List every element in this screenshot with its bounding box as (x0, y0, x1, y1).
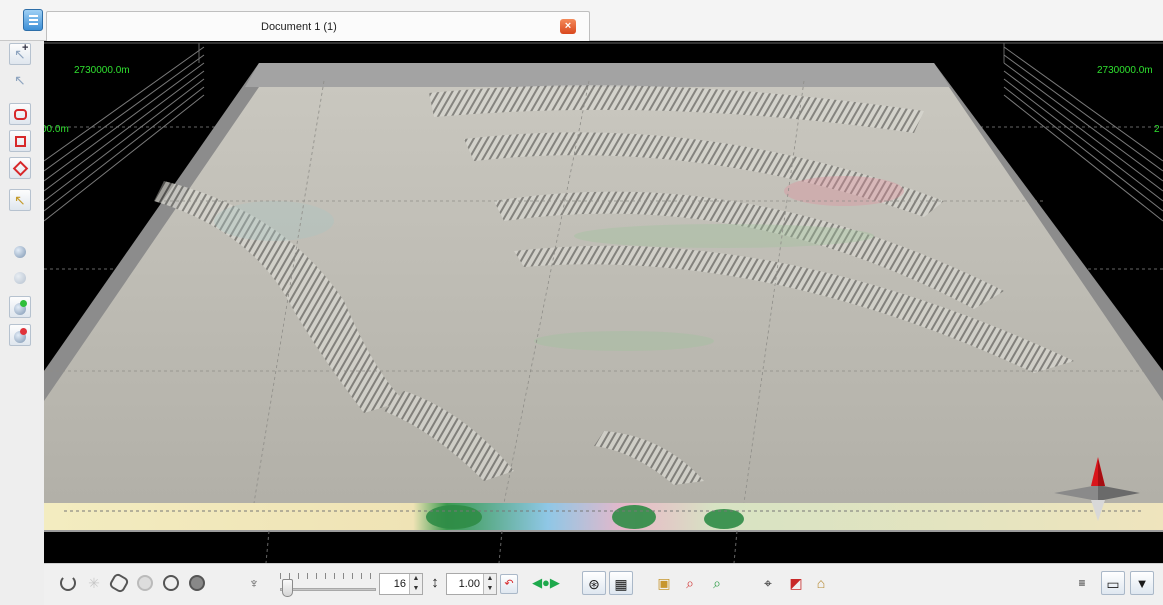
navigate-button[interactable]: ◀●▶ (530, 571, 562, 595)
tab-title: Document 1 (1) (261, 21, 337, 33)
reset-red-icon: ↶ (504, 578, 514, 590)
slider-value-spinbox[interactable]: 16 ▲ ▼ (379, 573, 423, 595)
zoom-extent-icon: ▣ (657, 575, 671, 591)
dropdown-arrow-icon: ▼ (1135, 576, 1149, 591)
light-slider-thumb[interactable] (282, 579, 293, 597)
green-dot-icon (20, 300, 27, 307)
zoom-in-red-icon: ⌕ (686, 575, 694, 591)
navigate-arrows-icon: ◀●▶ (532, 575, 560, 590)
zoom-extent-button[interactable]: ▣ (652, 571, 676, 595)
polygon-select-button[interactable] (9, 103, 31, 125)
zoom-in-button[interactable]: ⌕ (678, 571, 702, 595)
dropdown-button[interactable]: ▼ (1130, 571, 1154, 595)
menu-lines-icon: ≡ (1078, 576, 1086, 590)
rotate-icon (60, 575, 76, 591)
light-slider-track[interactable] (280, 588, 376, 591)
rectangle-select-icon (15, 136, 26, 147)
vertical-scale-button[interactable]: ↕ (428, 571, 442, 595)
slider-ticks (280, 573, 376, 579)
globe-camera-icon (14, 246, 26, 258)
edit-select-button[interactable]: ↖ (9, 189, 31, 211)
bottom-toolbar: ✳ ♆ 16 ▲ ▼ ↕ 1.00 ▲ ▼ ↶ ◀●▶ ⊛ ▦ ▣ ⌕ ⌕ ⌖ … (44, 563, 1163, 605)
select-arrow-icon: ↖ (14, 72, 26, 88)
edit-select-icon: ↖ (14, 192, 26, 208)
terrain-scene (44, 42, 1163, 563)
cube-icon (108, 572, 130, 594)
diamond-select-icon (12, 160, 29, 177)
sphere-button[interactable] (133, 571, 157, 595)
texture-icon (189, 575, 205, 591)
diamond-select-button[interactable] (9, 157, 31, 179)
globe-green-button[interactable] (9, 296, 31, 318)
home-icon: ⌂ (816, 575, 826, 591)
light-button[interactable]: ♆ (242, 571, 266, 595)
texture-button[interactable] (185, 571, 209, 595)
rectangle-select-button[interactable] (9, 130, 31, 152)
eraser-icon: ◩ (789, 575, 803, 591)
app-window: Document 1 (1) × ↖ + ↖ ↖ 2730000.0m 0.0m… (0, 0, 1163, 605)
menu-button[interactable]: ≡ (1074, 571, 1090, 595)
grid-label-top-left: 2730000.0m (74, 65, 130, 76)
window-icon: ▭ (1106, 576, 1120, 592)
octagon-button[interactable] (159, 571, 183, 595)
light-icon: ♆ (248, 575, 260, 591)
zoom-green-button[interactable]: ⌕ (705, 571, 729, 595)
close-tab-button[interactable]: × (560, 19, 576, 34)
vertical-scale-icon: ↕ (431, 574, 439, 591)
reset-exaggeration-button[interactable]: ↶ (500, 574, 518, 594)
grid-icon: ▦ (614, 576, 628, 592)
zoom-green-icon: ⌕ (713, 575, 721, 591)
spin-arrows-icon[interactable]: ▲ ▼ (483, 574, 496, 594)
plus-icon: + (22, 42, 29, 54)
globe-light-button[interactable] (9, 265, 31, 287)
left-toolbar: ↖ + ↖ ↖ (0, 41, 44, 605)
spin-arrows-icon[interactable]: ▲ ▼ (409, 574, 422, 594)
tab-bar: Document 1 (1) × (0, 0, 1163, 41)
sphere-icon (137, 575, 153, 591)
cube-button[interactable] (107, 571, 131, 595)
slider-value: 16 (393, 578, 406, 590)
grid-toggle-button[interactable]: ▦ (609, 571, 633, 595)
compass-circle-icon: ⊛ (588, 576, 600, 592)
3d-scene-view[interactable]: 2730000.0m 00.0m 2730000.0m 2 (44, 41, 1163, 563)
rotate-button[interactable] (56, 571, 80, 595)
polygon-select-icon (14, 109, 27, 120)
vertical-exaggeration-value: 1.00 (458, 578, 480, 590)
eraser-button[interactable]: ◩ (784, 571, 808, 595)
close-icon: × (564, 20, 572, 32)
target-button[interactable]: ⌖ (756, 571, 780, 595)
home-button[interactable]: ⌂ (809, 571, 833, 595)
red-dot-icon (20, 328, 27, 335)
globe-camera-button[interactable] (9, 239, 31, 261)
grid-label-left: 00.0m (44, 124, 69, 135)
globe-light-icon (14, 272, 26, 284)
compass-circle-button[interactable]: ⊛ (582, 571, 606, 595)
select-arrow-button[interactable]: ↖ (9, 69, 31, 91)
select-add-button[interactable]: ↖ + (9, 42, 31, 65)
sun-icon: ✳ (88, 575, 100, 591)
tab-document-1[interactable]: Document 1 (1) × (46, 11, 590, 41)
document-icon[interactable] (23, 9, 43, 31)
sun-button[interactable]: ✳ (82, 571, 106, 595)
window-button[interactable]: ▭ (1101, 571, 1125, 595)
grid-label-right: 2 (1154, 124, 1160, 135)
vertical-exaggeration-spinbox[interactable]: 1.00 ▲ ▼ (446, 573, 497, 595)
grid-label-top-right: 2730000.0m (1097, 65, 1153, 76)
target-icon: ⌖ (764, 575, 772, 591)
globe-red-button[interactable] (9, 324, 31, 346)
octagon-icon (163, 575, 179, 591)
